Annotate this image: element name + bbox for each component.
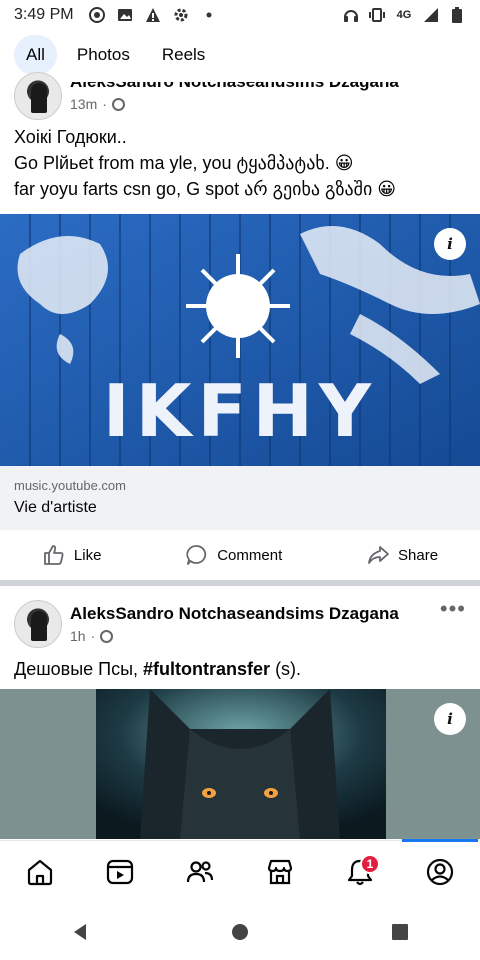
warning-icon (144, 6, 162, 24)
post-header: AleksSandro Notchaseandsims Dzagana 13m … (0, 66, 480, 126)
thumbs-up-icon (43, 545, 64, 565)
post-text-suffix: (s). (270, 659, 302, 679)
link-domain: music.youtube.com (14, 478, 126, 493)
nav-notifications[interactable]: 1 (340, 852, 380, 892)
post-author[interactable]: AleksSandro Notchaseandsims Dzagana (70, 604, 399, 624)
image-icon (116, 6, 134, 24)
record-icon (88, 6, 106, 24)
post-meta: 1h · (70, 628, 114, 644)
comment-button[interactable]: Comment (185, 543, 282, 567)
post-author[interactable]: AleksSandro Notchaseandsims Dzagana (70, 82, 399, 92)
nav-video[interactable] (100, 852, 140, 892)
share-button[interactable]: Share (366, 543, 438, 567)
post-media-image[interactable]: IKFHY i (0, 214, 480, 466)
active-tab-indicator (402, 839, 478, 842)
gear-icon (172, 6, 190, 24)
post-header: AleksSandro Notchaseandsims Dzagana 1h ·… (0, 596, 480, 658)
vibrate-icon (368, 6, 386, 24)
post-divider (0, 580, 480, 586)
share-label: Share (398, 546, 439, 564)
post-text: Дешовые Псы, #fultontransfer (s). (14, 656, 470, 682)
tab-label: Photos (76, 45, 130, 64)
notification-badge: 1 (360, 853, 380, 874)
like-label: Like (73, 546, 102, 564)
recents-icon[interactable] (390, 922, 410, 942)
post-text-line: Хоікі Годюки.. (14, 127, 127, 147)
like-button[interactable]: Like (42, 543, 102, 567)
wolf-image (0, 689, 480, 839)
back-icon[interactable] (70, 922, 90, 942)
globe-icon (111, 97, 125, 111)
tab-label: All (26, 45, 45, 64)
more-options-button[interactable]: ••• (440, 596, 466, 622)
avatar[interactable] (14, 72, 62, 120)
avatar[interactable] (14, 600, 62, 648)
post-text-line: far yoyu farts csn go, G spot არ გეიხა გ… (14, 179, 397, 199)
status-bar: 3:49 PM 4G (0, 0, 480, 30)
album-art-image: IKFHY (0, 214, 480, 466)
nav-profile[interactable] (420, 852, 460, 892)
info-button[interactable]: i (434, 228, 466, 260)
signal-icon (422, 6, 440, 24)
post-actions: Like Comment Share (0, 532, 480, 578)
headphones-icon (342, 6, 360, 24)
marketplace-icon (267, 859, 293, 884)
video-icon (106, 859, 134, 884)
info-button[interactable]: i (434, 703, 466, 735)
nav-friends[interactable] (180, 852, 220, 892)
network-4g-icon: 4G (396, 9, 412, 21)
post-text: Хоікі Годюки.. Go Plйьet from ma yle, yo… (14, 124, 470, 202)
post-text-line: Go Plйьet from ma yle, you ტყამპატახ. 😀 (14, 153, 354, 173)
comment-icon (186, 545, 207, 565)
nav-marketplace[interactable] (260, 852, 300, 892)
globe-icon (100, 629, 114, 643)
home-icon (27, 859, 53, 885)
post-meta: 13m · (70, 96, 125, 112)
post-text-prefix: Дешовые Псы, (14, 659, 144, 679)
post-time: 1h (70, 628, 86, 644)
link-title: Vie d'artiste (14, 499, 97, 516)
bottom-navigation: 1 (0, 839, 480, 902)
tab-label: Reels (161, 45, 206, 64)
home-button-icon[interactable] (230, 922, 250, 942)
status-time: 3:49 PM (14, 6, 74, 23)
battery-icon (448, 6, 466, 24)
post-time: 13m (70, 96, 98, 112)
post-media-image[interactable]: i (0, 689, 480, 839)
comment-label: Comment (217, 546, 283, 564)
nav-home[interactable] (20, 852, 60, 892)
friends-icon (186, 860, 214, 882)
hashtag-link[interactable]: #fultontransfer (143, 659, 270, 679)
system-navigation-bar (0, 904, 480, 960)
link-preview[interactable]: music.youtube.com Vie d'artiste (0, 466, 480, 530)
dot-icon (200, 6, 218, 24)
profile-icon (426, 858, 454, 885)
share-icon (368, 546, 389, 564)
album-art-text: IKFHY (103, 369, 377, 453)
